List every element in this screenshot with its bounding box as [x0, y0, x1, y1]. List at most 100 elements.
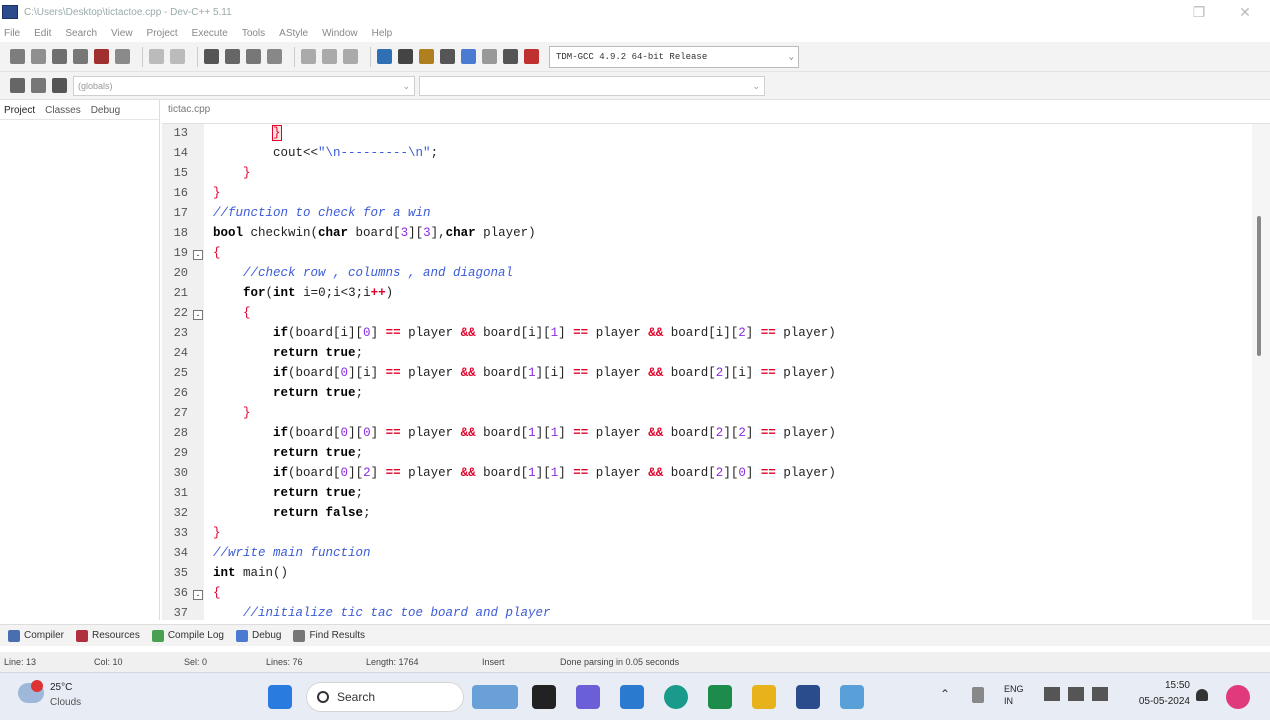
tab-classes[interactable]: Classes [45, 105, 81, 119]
menu-astyle[interactable]: AStyle [279, 28, 308, 39]
tab-resources-label: Resources [92, 630, 140, 641]
unindent-icon[interactable] [322, 49, 337, 64]
line-number: 16 [173, 186, 188, 200]
weather-desc: Clouds [50, 697, 82, 708]
usb-icon[interactable] [972, 687, 984, 703]
taskbar-search[interactable]: Search [306, 682, 464, 712]
project-panel: Project Classes Debug [0, 100, 160, 620]
fold-toggle-icon[interactable]: - [193, 310, 203, 320]
code-line: //write main function [213, 546, 371, 560]
close-icon[interactable]: ✕ [1232, 2, 1258, 22]
vertical-scrollbar[interactable] [1252, 124, 1270, 620]
run-icon[interactable] [398, 49, 413, 64]
wifi-icon[interactable] [1044, 687, 1060, 701]
check-syntax-icon[interactable] [461, 49, 476, 64]
fold-toggle-icon[interactable]: - [193, 250, 203, 260]
class-toolbar: (globals) ⌄ ⌄ [0, 72, 1270, 100]
tab-compiler-label: Compiler [24, 630, 65, 641]
toggle-comment-icon[interactable] [343, 49, 358, 64]
notification-badge [31, 680, 43, 692]
clock-time[interactable]: 15:50 [1118, 680, 1190, 691]
line-number: 21 [173, 286, 188, 300]
fold-toggle-icon[interactable]: - [193, 590, 203, 600]
widgets-icon[interactable] [472, 685, 518, 709]
volume-icon[interactable] [1068, 687, 1084, 701]
status-length: Length: 1764 [366, 657, 419, 667]
tab-compile-log[interactable]: Compile Log [151, 629, 224, 642]
line-number: 17 [173, 206, 188, 220]
code-line: cout<<"\n---------\n"; [213, 146, 439, 160]
bell-icon[interactable] [1196, 689, 1208, 701]
menu-execute[interactable]: Execute [192, 28, 228, 39]
chevron-down-icon: ⌄ [402, 80, 410, 91]
undo-icon[interactable] [149, 49, 164, 64]
menu-search[interactable]: Search [65, 28, 97, 39]
mail-icon[interactable] [620, 685, 644, 709]
tab-compiler[interactable]: Compiler [8, 629, 65, 642]
compiler-select[interactable]: TDM-GCC 4.9.2 64-bit Release ⌄ [549, 45, 799, 68]
resources-icon [76, 629, 89, 642]
tab-find-results[interactable]: Find Results [293, 629, 366, 642]
save-icon[interactable] [52, 49, 67, 64]
stop-icon[interactable] [482, 49, 497, 64]
indent-icon[interactable] [301, 49, 316, 64]
battery-icon[interactable] [1092, 687, 1108, 701]
print-icon[interactable] [115, 49, 130, 64]
code-line: } [213, 526, 221, 540]
goto-line-icon[interactable] [267, 49, 282, 64]
find-next-icon[interactable] [246, 49, 261, 64]
code-editor[interactable]: 13 14 15 16 17 18 19-20 21 22-23 24 25 26 27 28 29 30 31… [162, 124, 1252, 620]
toggle-bookmark-icon[interactable] [31, 78, 46, 93]
close-file-icon[interactable] [94, 49, 109, 64]
rebuild-icon[interactable] [440, 49, 455, 64]
new-file-icon[interactable] [10, 49, 25, 64]
menu-project[interactable]: Project [147, 28, 178, 39]
goto-bookmark-icon[interactable] [52, 78, 67, 93]
windows-start-icon[interactable] [268, 685, 292, 709]
tab-project[interactable]: Project [4, 105, 35, 119]
menu-help[interactable]: Help [372, 28, 393, 39]
code-line: if(board[0][0] == player && board[1][1] … [273, 426, 836, 440]
menu-view[interactable]: View [111, 28, 133, 39]
teams-icon[interactable] [576, 685, 600, 709]
tab-find-results-label: Find Results [309, 630, 366, 641]
app-running-icon[interactable] [840, 685, 864, 709]
open-file-icon[interactable] [31, 49, 46, 64]
replace-icon[interactable] [225, 49, 240, 64]
find-icon[interactable] [204, 49, 219, 64]
compile-icon[interactable] [377, 49, 392, 64]
insert-icon[interactable] [10, 78, 25, 93]
symbol-combo[interactable]: ⌄ [419, 75, 765, 96]
file-explorer-icon[interactable] [752, 685, 776, 709]
language-indicator[interactable]: ENG IN [1004, 683, 1034, 707]
editor-tab-file[interactable]: tictac.cpp [168, 104, 210, 115]
chevron-up-icon[interactable]: ⌃ [940, 687, 950, 701]
menu-file[interactable]: File [4, 28, 20, 39]
code-line: } [272, 125, 282, 141]
clock-date[interactable]: 05-05-2024 [1118, 696, 1190, 707]
code-line: if(board[0][i] == player && board[1][i] … [273, 366, 836, 380]
edge-icon[interactable] [664, 685, 688, 709]
check-icon [235, 629, 248, 642]
task-view-icon[interactable] [532, 685, 556, 709]
redo-icon[interactable] [170, 49, 185, 64]
menu-edit[interactable]: Edit [34, 28, 51, 39]
globals-combo[interactable]: (globals) ⌄ [73, 75, 415, 96]
menu-window[interactable]: Window [322, 28, 358, 39]
tab-debug[interactable]: Debug [91, 105, 120, 119]
left-panel-tabs: Project Classes Debug [0, 100, 159, 120]
copilot-icon[interactable] [1226, 685, 1250, 709]
compile-run-icon[interactable] [419, 49, 434, 64]
code-line: int main() [213, 566, 289, 580]
scrollbar-thumb[interactable] [1257, 216, 1261, 356]
store-icon[interactable] [708, 685, 732, 709]
save-all-icon[interactable] [73, 49, 88, 64]
devcpp-icon[interactable] [796, 685, 820, 709]
main-toolbar: TDM-GCC 4.9.2 64-bit Release ⌄ [0, 42, 1270, 72]
tab-resources[interactable]: Resources [76, 629, 140, 642]
project-options-icon[interactable] [503, 49, 518, 64]
debug-icon[interactable] [524, 49, 539, 64]
restore-icon[interactable]: ❐ [1186, 2, 1212, 22]
tab-debug-output[interactable]: Debug [235, 629, 281, 642]
menu-tools[interactable]: Tools [242, 28, 265, 39]
